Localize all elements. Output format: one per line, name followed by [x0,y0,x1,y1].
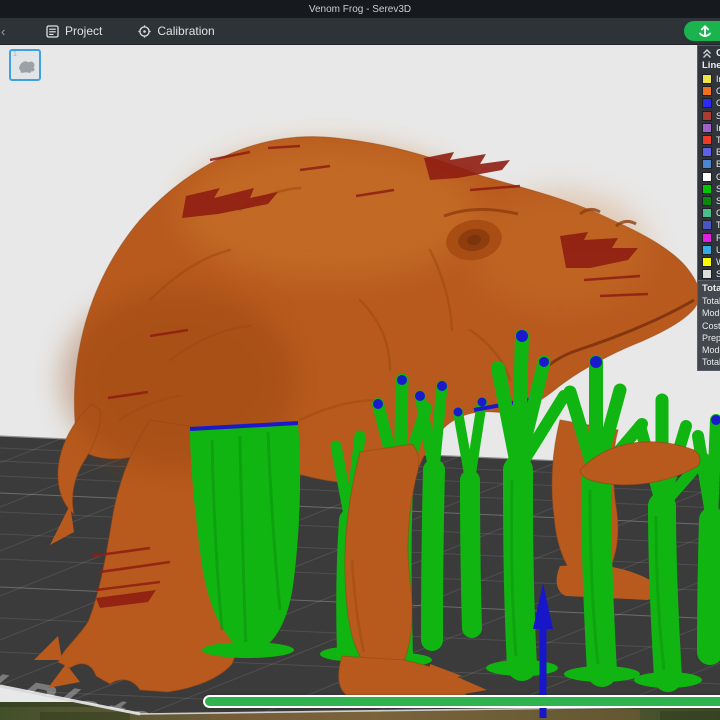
title-bar: Venom Frog - Serev3D [0,0,720,18]
legend-item-travel[interactable]: Travel [698,219,720,231]
upload-icon [699,25,711,37]
legend-item-custom[interactable]: Custom [698,207,720,219]
plate-number: 1 [13,51,17,58]
viewport-3d[interactable]: el Plate [0,0,720,720]
color-swatch [702,98,712,109]
total-estimation-title: Total Estimation [702,283,720,295]
tab-project-label: Project [65,24,103,38]
legend-item-unretract[interactable]: Unretract [698,244,720,256]
color-swatch [702,269,712,280]
stat-model-printing-time: Model printing time: [702,344,720,355]
collapse-double-chevron-up-icon[interactable] [702,48,712,59]
menu-bar: ‹ Project Calibration [0,18,720,45]
calibration-icon [138,24,151,38]
legend-group-title: Line Type [702,60,720,71]
legend-item-support[interactable]: Support [698,183,720,195]
project-board-icon [46,24,59,38]
legend-item-seam[interactable]: Seam [698,268,720,280]
model-front-leg [344,443,420,663]
legend-item-sparse-infill[interactable]: Sparse infill [698,110,720,122]
slicer-window: el Plate [0,0,720,720]
legend-item-support-interface[interactable]: Support interface [698,195,720,207]
layer-move-slider[interactable] [203,695,720,708]
total-estimation-section: Total Estimation Total filament: Model f… [698,280,720,371]
color-swatch [702,195,712,206]
plate-thumbnail[interactable]: 1 [9,49,41,81]
legend-item-inner-wall[interactable]: Inner wall [698,73,720,85]
tab-calibration-label: Calibration [157,24,215,38]
legend-header: Color Scheme [716,48,720,59]
color-swatch [702,147,712,158]
legend-item-bottom-surface[interactable]: Bottom surface [698,146,720,158]
window-title: Venom Frog - Serev3D [308,3,412,15]
color-swatch [702,244,712,255]
color-swatch [702,74,712,85]
chevron-left-icon[interactable]: ‹ [1,24,9,39]
color-swatch [702,122,712,133]
color-swatch [702,159,712,170]
legend-panel: Color Scheme Line Type Inner wall Outer … [697,45,720,372]
tab-calibration[interactable]: Calibration [138,24,215,38]
stat-prepare-time: Prepare time: [702,332,720,343]
color-swatch [702,110,712,121]
stat-cost: Cost: [702,320,720,331]
legend-item-wipe[interactable]: Wipe [698,256,720,268]
color-swatch [702,256,712,267]
stat-total-time: Total time: [702,357,720,368]
legend-item-overhang-wall[interactable]: Overhang wall [698,97,720,109]
legend-item-outer-wall[interactable]: Outer wall [698,85,720,97]
legend-item-internal-solid-infill[interactable]: Internal solid infill [698,122,720,134]
color-swatch [702,135,712,146]
color-swatch [702,86,712,97]
color-swatch [702,171,712,182]
tab-project[interactable]: Project [46,24,102,38]
stat-model-filament: Model filament: [702,308,720,319]
stat-total-filament: Total filament: [702,296,720,307]
legend-item-gap-infill[interactable]: Gap infill [698,171,720,183]
color-swatch [702,208,712,219]
color-swatch [702,220,712,231]
legend-item-top-surface[interactable]: Top surface [698,134,720,146]
color-swatch [702,183,712,194]
legend-item-bridge[interactable]: Bridge [698,158,720,170]
legend-item-retract[interactable]: Retract [698,231,720,243]
send-to-printer-button[interactable] [684,21,720,41]
color-swatch [702,232,712,243]
